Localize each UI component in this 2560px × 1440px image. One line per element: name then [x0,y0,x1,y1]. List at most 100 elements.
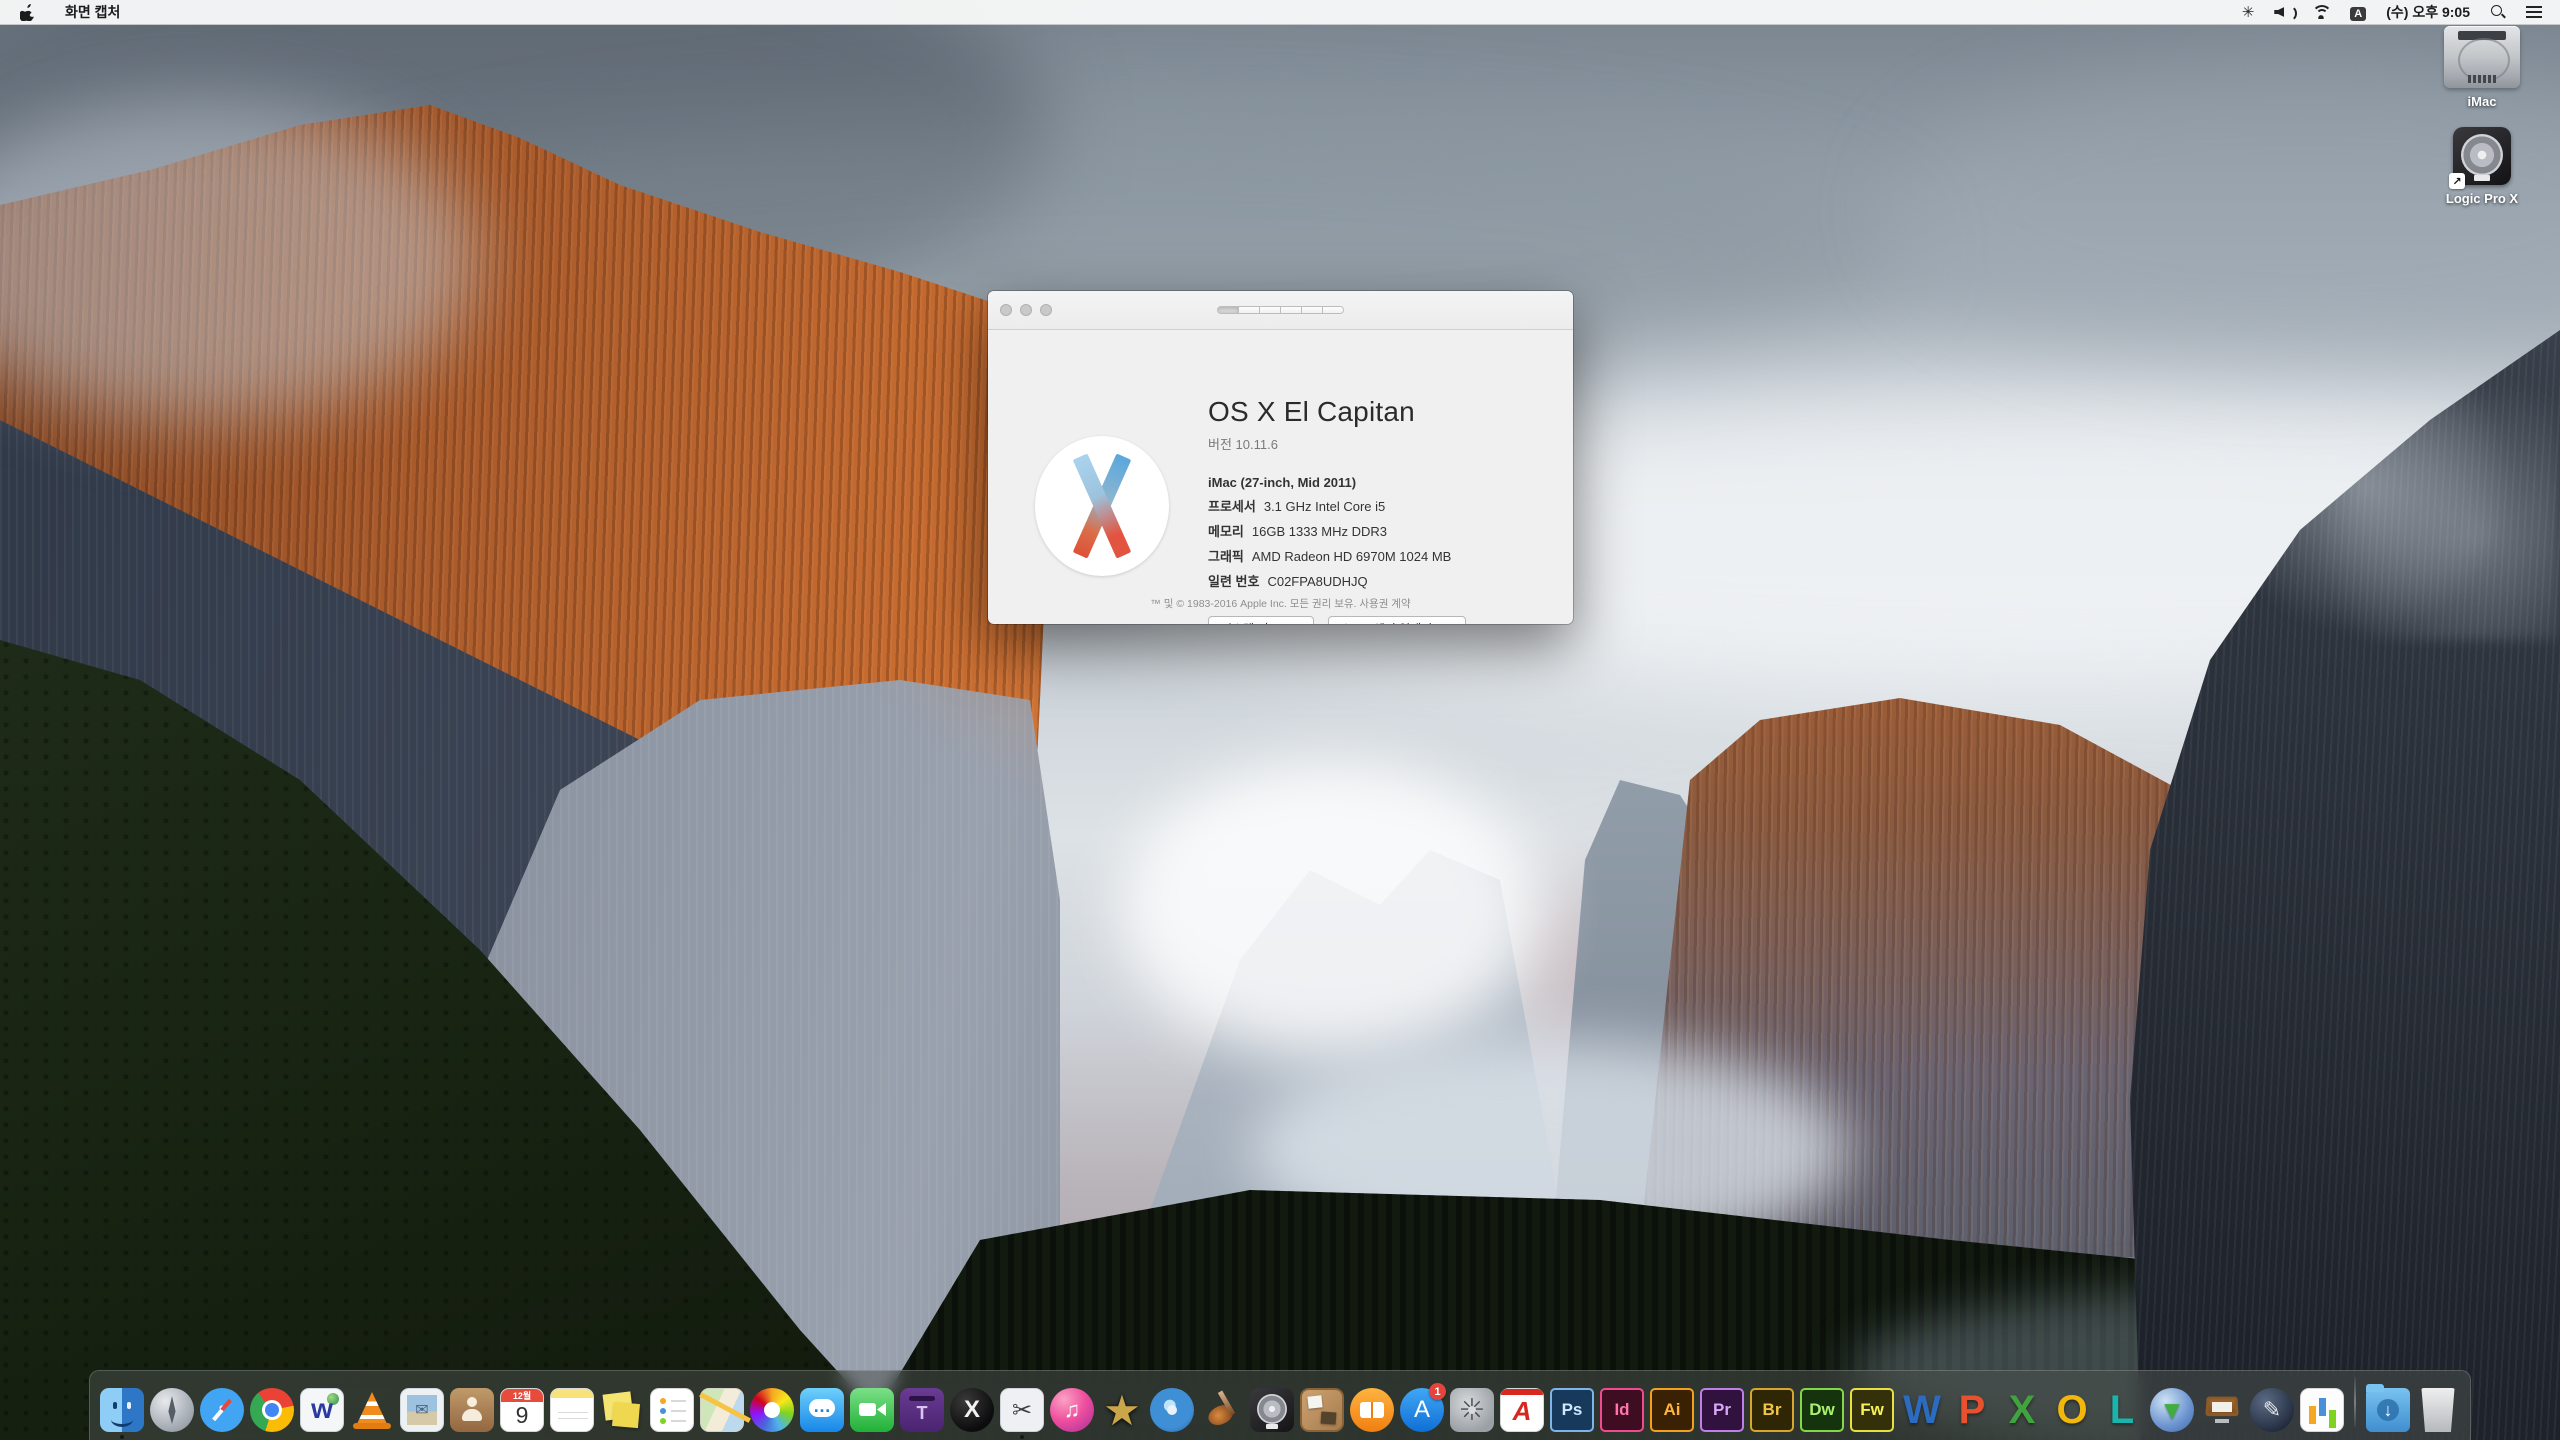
input-source-badge[interactable]: A [2342,0,2374,24]
dock-dreamweaver[interactable]: Dw [1800,1387,1844,1433]
icon-part [467,1397,477,1407]
dock-app-store[interactable]: A 1 [1400,1387,1444,1433]
desktop-icon-logic-pro-x[interactable]: ↗ Logic Pro X [2422,127,2542,206]
dock-facetime[interactable] [850,1387,894,1433]
minimize-button[interactable] [1020,304,1032,316]
dock-finder[interactable] [100,1387,144,1433]
dock-ibooks[interactable] [1350,1387,1394,1433]
dock-launchpad[interactable] [150,1387,194,1433]
app-menus: 화면 캡처 [53,2,252,22]
dock-numbers[interactable] [2300,1387,2344,1433]
close-button[interactable] [1000,304,1012,316]
status-fan-icon[interactable]: ✳ [2234,0,2263,24]
dock-x-media-app[interactable]: X [950,1387,994,1433]
dock-icon-tile: A [1500,1388,1544,1432]
about-tab[interactable] [1239,307,1260,313]
about-buttons: 시스템 리포트... 소프트웨어 업데이트... [1208,616,1466,624]
dock-separator [2354,1377,2356,1427]
dock-mail[interactable]: ✉ [400,1387,444,1433]
dock-itunes[interactable]: ♫ [1050,1387,1094,1433]
dock-photos[interactable] [750,1387,794,1433]
about-tab[interactable] [1323,307,1343,313]
dock-photoshop[interactable]: Ps [1550,1387,1594,1433]
dock-outlook[interactable]: O [2050,1387,2094,1433]
icon-glyph: ✂ [1012,1396,1032,1425]
dock-icon-tile [700,1388,744,1432]
dock-reminders[interactable] [650,1387,694,1433]
spotlight-icon[interactable] [2482,0,2514,24]
spec-value: 3.1 GHz Intel Core i5 [1264,499,1385,514]
dock-premiere-pro[interactable]: Pr [1700,1387,1744,1433]
dock-toast-titanium[interactable]: T [900,1387,944,1433]
apple-menu-icon[interactable] [20,4,35,21]
notification-center-icon[interactable] [2518,0,2550,24]
icon-part [909,1396,935,1401]
dock-downloads-folder[interactable]: ↓ [2366,1387,2410,1433]
dock-keynote[interactable] [2200,1387,2244,1433]
copyright-footer: ™ 및 © 1983-2016 Apple Inc. 모든 권리 보유. 사용권… [988,596,1573,611]
about-tab[interactable] [1260,307,1281,313]
dock-icon-tile [350,1388,394,1432]
icon-part [113,1402,117,1409]
dock-lync[interactable]: L [2100,1387,2144,1433]
clock[interactable]: (수) 오후 9:05 [2378,0,2478,24]
status-icon [2526,6,2542,18]
icon-part [1468,1406,1476,1414]
spec-row: 프로세서3.1 GHz Intel Core i5 [1208,496,1466,515]
dock-chrome[interactable] [250,1387,294,1433]
dock-corkboard-app[interactable] [1300,1387,1344,1433]
about-tab[interactable] [1302,307,1323,313]
os-title: OS XEl Capitan [1208,396,1466,428]
dock-icon-tile [1350,1388,1394,1432]
desktop-icon-imac-hd[interactable]: iMac [2422,26,2542,109]
dock-icon-tile: w [300,1388,344,1432]
dock-icon-tile [600,1388,644,1432]
icon-glyph: Dw [1809,1400,1835,1420]
window-titlebar[interactable] [988,291,1573,330]
zoom-button[interactable] [1040,304,1052,316]
dock-vlc[interactable] [350,1387,394,1433]
desktop-icon-label: Logic Pro X [2446,191,2518,206]
dock-icon-tile: Pr [1700,1388,1744,1432]
dock-stickies[interactable] [600,1387,644,1433]
icon-part [764,1402,780,1418]
dock-trash[interactable] [2416,1387,2460,1433]
dock-downloader[interactable]: ▼ [2150,1387,2194,1433]
dock-idvd[interactable] [1150,1387,1194,1433]
dock-system-preferences[interactable]: ✳ [1450,1387,1494,1433]
wifi-icon[interactable] [2304,0,2338,24]
dock-grab-screen-capture[interactable]: ✂ [1000,1387,1044,1433]
dock-maps[interactable] [700,1387,744,1433]
dock-garageband[interactable] [1200,1387,1244,1433]
dock-contacts[interactable] [450,1387,494,1433]
menu-app-name[interactable]: 화면 캡처 [53,2,132,22]
about-tab[interactable] [1281,307,1302,313]
dock-illustrator[interactable]: Ai [1650,1387,1694,1433]
spec-label: 일련 번호 [1208,574,1259,589]
software-update-button[interactable]: 소프트웨어 업데이트... [1328,616,1467,624]
dock-indesign[interactable]: Id [1600,1387,1644,1433]
dock-webhard[interactable]: w [300,1387,344,1433]
hard-drive-icon [2444,26,2520,88]
icon-part [1360,1402,1384,1418]
dock-acrobat-reader[interactable]: A [1500,1387,1544,1433]
dock: w ✉ [89,1370,2471,1440]
dock-messages[interactable]: … [800,1387,844,1433]
dock-powerpoint[interactable]: P [1950,1387,1994,1433]
dock-pages[interactable]: ✎ [2250,1387,2294,1433]
about-tab[interactable] [1218,307,1239,313]
status-icon [2312,5,2330,19]
dock-excel[interactable]: X [2000,1387,2044,1433]
volume-icon[interactable] [2266,0,2300,24]
dock-bridge[interactable]: Br [1750,1387,1794,1433]
dock-icon-tile [2200,1388,2244,1432]
dock-safari[interactable] [200,1387,244,1433]
dock-notes[interactable] [550,1387,594,1433]
dock-logic-pro-x[interactable] [1250,1387,1294,1433]
about-info: OS XEl Capitan 버전 10.11.6 iMac (27-inch,… [1208,396,1466,624]
system-report-button[interactable]: 시스템 리포트... [1208,616,1314,624]
dock-fireworks[interactable]: Fw [1850,1387,1894,1433]
dock-word[interactable]: W [1900,1387,1944,1433]
dock-calendar[interactable]: 12월 9 [500,1387,544,1433]
dock-imovie[interactable]: ★ [1100,1387,1144,1433]
